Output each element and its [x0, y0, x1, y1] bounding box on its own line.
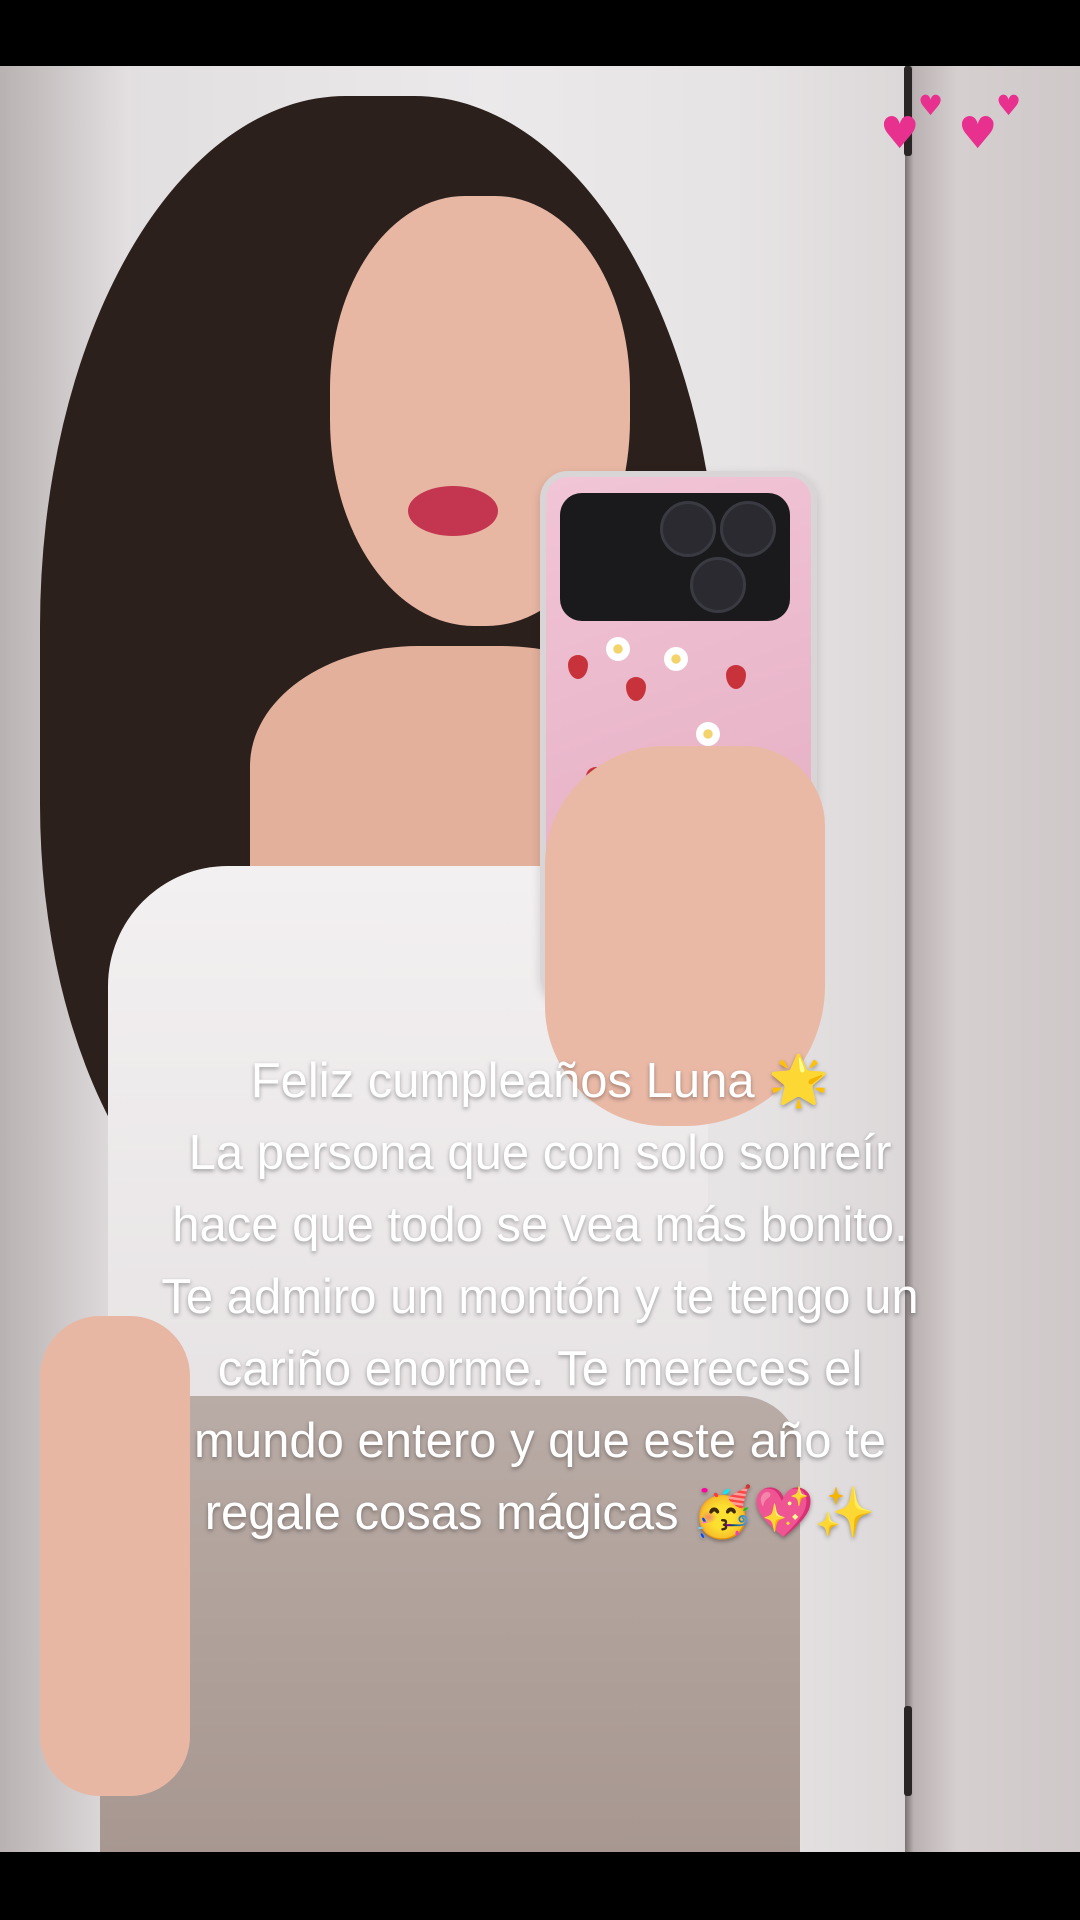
daisy-pattern: [696, 722, 720, 746]
story-frame: ♥ ♥ ♥ ♥ Feliz cumpleaños Luna 🌟 La perso…: [0, 0, 1080, 1920]
camera-lens: [690, 557, 746, 613]
strawberry-pattern: [626, 677, 646, 701]
letterbox-bottom: [0, 1852, 1080, 1920]
caption-line-7: regale cosas mágicas 🥳💖✨: [204, 1484, 876, 1541]
caption-line-4: Te admiro un montón y te tengo un: [161, 1270, 919, 1324]
birthday-caption: Feliz cumpleaños Luna 🌟 La persona que c…: [40, 1045, 1040, 1549]
mirror-selfie-photo: [0, 66, 1080, 1852]
caption-line-3: hace que todo se vea más bonito.: [172, 1198, 908, 1252]
daisy-pattern: [606, 637, 630, 661]
strawberry-pattern: [726, 665, 746, 689]
strawberry-pattern: [568, 655, 588, 679]
mirror-door-right: [905, 66, 1080, 1852]
caption-line-5: cariño enorme. Te mereces el: [217, 1342, 863, 1396]
lips: [408, 486, 498, 536]
door-hinge-bottom: [904, 1706, 912, 1796]
two-hearts-icon: ♥ ♥ ♥ ♥: [880, 89, 1022, 159]
camera-lens: [660, 501, 716, 557]
star-emoji-icon: 🌟: [768, 1052, 830, 1109]
phone-camera-module: [560, 493, 790, 621]
caption-line-1: Feliz cumpleaños Luna 🌟: [250, 1052, 830, 1109]
caption-line-6: mundo entero y que este año te: [194, 1414, 886, 1468]
party-heart-sparkles-emoji-icon: 🥳💖✨: [692, 1484, 876, 1541]
daisy-pattern: [664, 647, 688, 671]
caption-line-2: La persona que con solo sonreír: [188, 1126, 892, 1180]
letterbox-top: [0, 0, 1080, 66]
camera-lens: [720, 501, 776, 557]
